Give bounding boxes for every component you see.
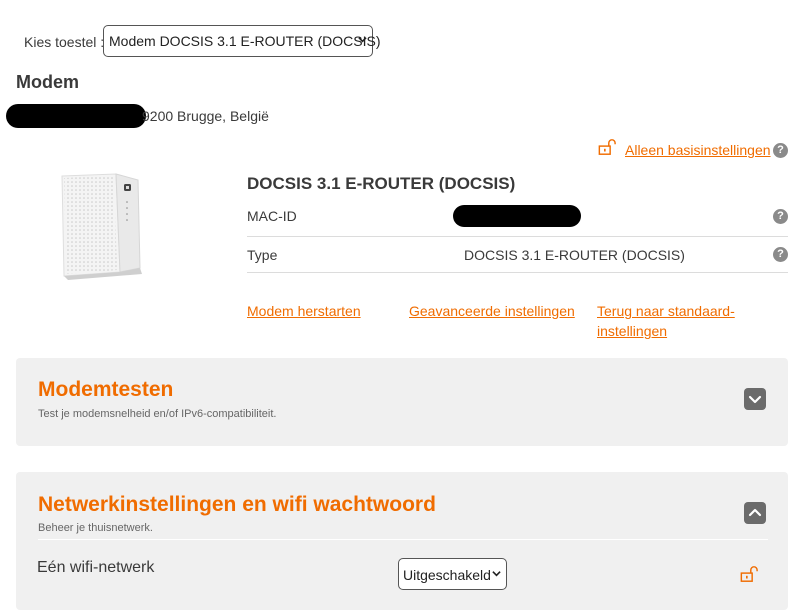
device-select-value: Modem DOCSIS 3.1 E-ROUTER (DOCSIS) <box>109 33 381 49</box>
modem-tests-subtitle: Test je modemsnelheid en/of IPv6-compati… <box>38 408 277 420</box>
divider <box>247 272 788 273</box>
device-title: DOCSIS 3.1 E-ROUTER (DOCSIS) <box>247 174 516 193</box>
network-settings-title[interactable]: Netwerkinstellingen en wifi wachtwoord <box>38 493 436 517</box>
single-wifi-label: Eén wifi-netwerk <box>37 559 155 576</box>
chevron-down-icon <box>358 37 367 43</box>
divider <box>38 539 768 540</box>
chevron-down-icon <box>492 571 501 577</box>
type-value: DOCSIS 3.1 E-ROUTER (DOCSIS) <box>464 247 685 263</box>
network-settings-subtitle: Beheer je thuisnetwerk. <box>38 522 153 534</box>
divider <box>247 236 788 237</box>
help-icon[interactable]: ? <box>773 247 788 262</box>
address-text: 9200 Brugge, België <box>142 108 269 124</box>
modem-tests-title[interactable]: Modemtesten <box>38 378 173 402</box>
collapse-network-button[interactable] <box>744 502 766 524</box>
mac-id-label: MAC-ID <box>247 208 297 224</box>
restart-modem-link[interactable]: Modem herstarten <box>247 301 361 321</box>
router-image <box>61 173 142 280</box>
address-redaction <box>6 104 146 128</box>
basic-settings-link[interactable]: Alleen basisinstellingen <box>625 142 771 158</box>
unlocked-lock-icon[interactable] <box>598 138 616 156</box>
modem-tests-panel <box>16 358 788 446</box>
type-label: Type <box>247 247 278 263</box>
chevron-down-icon <box>748 395 762 404</box>
factory-reset-link[interactable]: Terug naar standaard-instellingen <box>597 301 747 341</box>
chevron-up-icon <box>748 508 762 517</box>
advanced-settings-link[interactable]: Geavanceerde instellingen <box>409 301 575 321</box>
help-icon[interactable]: ? <box>773 209 788 224</box>
device-select[interactable]: Modem DOCSIS 3.1 E-ROUTER (DOCSIS) <box>103 25 381 57</box>
mac-id-redaction <box>453 205 581 227</box>
expand-tests-button[interactable] <box>744 388 766 410</box>
help-icon[interactable]: ? <box>773 143 788 158</box>
unlocked-lock-icon[interactable] <box>740 565 758 583</box>
single-wifi-value: Uitgeschakeld <box>403 567 491 583</box>
modem-title: Modem <box>16 72 79 92</box>
single-wifi-select[interactable]: Uitgeschakeld <box>398 558 507 590</box>
device-select-label: Kies toestel : <box>24 34 105 50</box>
